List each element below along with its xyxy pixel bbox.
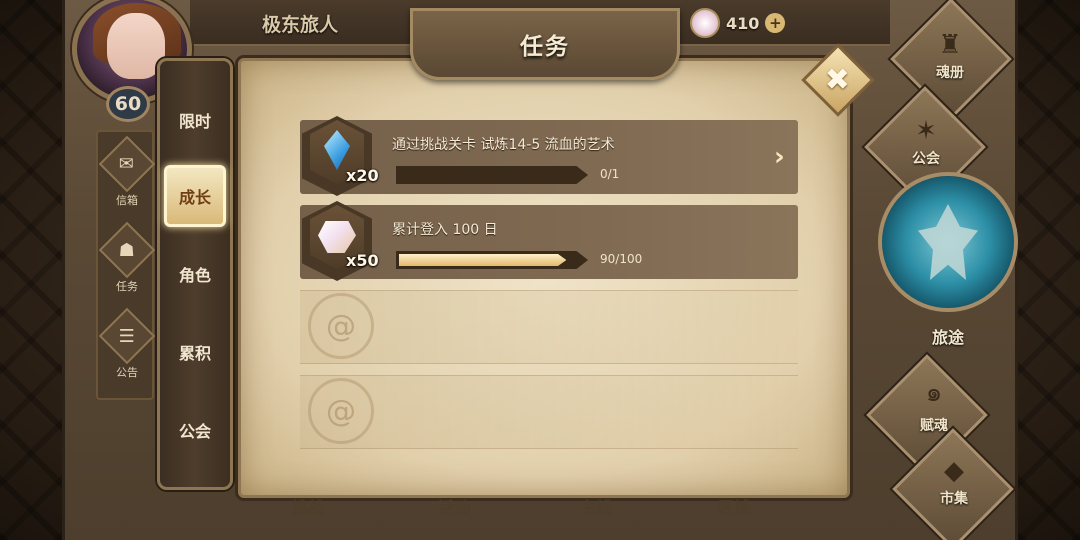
progress-fill: [399, 254, 567, 266]
bottom-tab-region[interactable]: 区域: [718, 494, 750, 518]
guild-nav-button[interactable]: ✶ 公会: [876, 116, 976, 168]
mail-button[interactable]: ✉ 信箱: [98, 135, 156, 216]
currency-crystal: 410 +: [690, 6, 786, 40]
notice-label: 公告: [116, 366, 138, 379]
quest-description: 通过挑战关卡 试炼14-5 流血的艺术: [392, 137, 615, 153]
level-badge: 60: [106, 86, 150, 122]
tab-limited[interactable]: 限时: [164, 89, 226, 151]
market-label: 市集: [940, 491, 968, 507]
quest-row[interactable]: x20 通过挑战关卡 试炼14-5 流血的艺术 0/1 ›: [300, 116, 798, 196]
market-button[interactable]: ◆ 市集: [904, 456, 1004, 508]
empty-quest-slot: @: [300, 375, 798, 449]
notice-icon: ☰: [98, 307, 156, 365]
reward-count: x50: [346, 251, 379, 270]
soul-book-icon: ♜: [938, 30, 962, 60]
quest-progress-bar: [396, 166, 588, 184]
tab-growth[interactable]: 成长: [164, 165, 226, 227]
side-shortcuts: ✉ 信箱 ☗ 任务 ☰ 公告: [96, 130, 156, 400]
soul-infuse-button[interactable]: ๑ 赋魂: [884, 372, 984, 435]
soul-book-label: 魂册: [936, 65, 964, 81]
soul-book-button[interactable]: ♜ 魂册: [900, 30, 1000, 82]
panel-title-plate: 任务: [410, 8, 680, 80]
quest-category-tabs: 限时 成长 角色 累积 公会: [157, 58, 233, 490]
quest-icon: ☗: [98, 221, 156, 279]
player-name: 极东旅人: [262, 14, 339, 36]
tab-cumulative[interactable]: 累积: [164, 321, 226, 383]
quest-row[interactable]: x50 累计登入 100 日 90/100: [300, 201, 798, 281]
empty-quest-slot: @: [300, 290, 798, 364]
quest-description: 累计登入 100 日: [392, 222, 498, 238]
spiral-emblem-icon: @: [308, 378, 374, 444]
tab-character[interactable]: 角色: [164, 243, 226, 305]
bottom-tab-events[interactable]: 活动: [438, 494, 470, 518]
guild-icon: ✶: [915, 116, 937, 146]
quest-shortcut-button[interactable]: ☗ 任务: [98, 221, 156, 302]
tab-guild[interactable]: 公会: [164, 399, 226, 461]
soul-infuse-label: 赋魂: [920, 418, 948, 434]
close-icon: ✖: [825, 62, 851, 98]
currency-value: 410: [726, 13, 760, 33]
notice-button[interactable]: ☰ 公告: [98, 307, 156, 388]
progress-text: 0/1: [600, 167, 620, 181]
crystal-icon: [690, 8, 720, 38]
soul-infuse-icon: ๑: [925, 378, 943, 408]
reward-count: x20: [346, 166, 379, 185]
go-arrow-icon[interactable]: ›: [774, 142, 785, 172]
mail-icon: ✉: [98, 135, 156, 193]
market-icon: ◆: [944, 456, 964, 486]
bottom-tab-main-story[interactable]: 主线: [580, 494, 612, 518]
bottom-tab-challenge[interactable]: 挑战: [292, 494, 324, 518]
quest-label: 任务: [116, 280, 138, 293]
spiral-emblem-icon: @: [308, 293, 374, 359]
quest-progress-bar: [396, 251, 588, 269]
journey-label: 旅途: [931, 328, 964, 347]
guild-label: 公会: [912, 151, 940, 167]
journey-button[interactable]: 旅途: [878, 172, 1018, 352]
progress-text: 90/100: [600, 252, 643, 266]
add-crystal-button[interactable]: +: [765, 13, 786, 33]
mail-label: 信箱: [116, 194, 138, 207]
panel-title: 任务: [520, 34, 570, 60]
